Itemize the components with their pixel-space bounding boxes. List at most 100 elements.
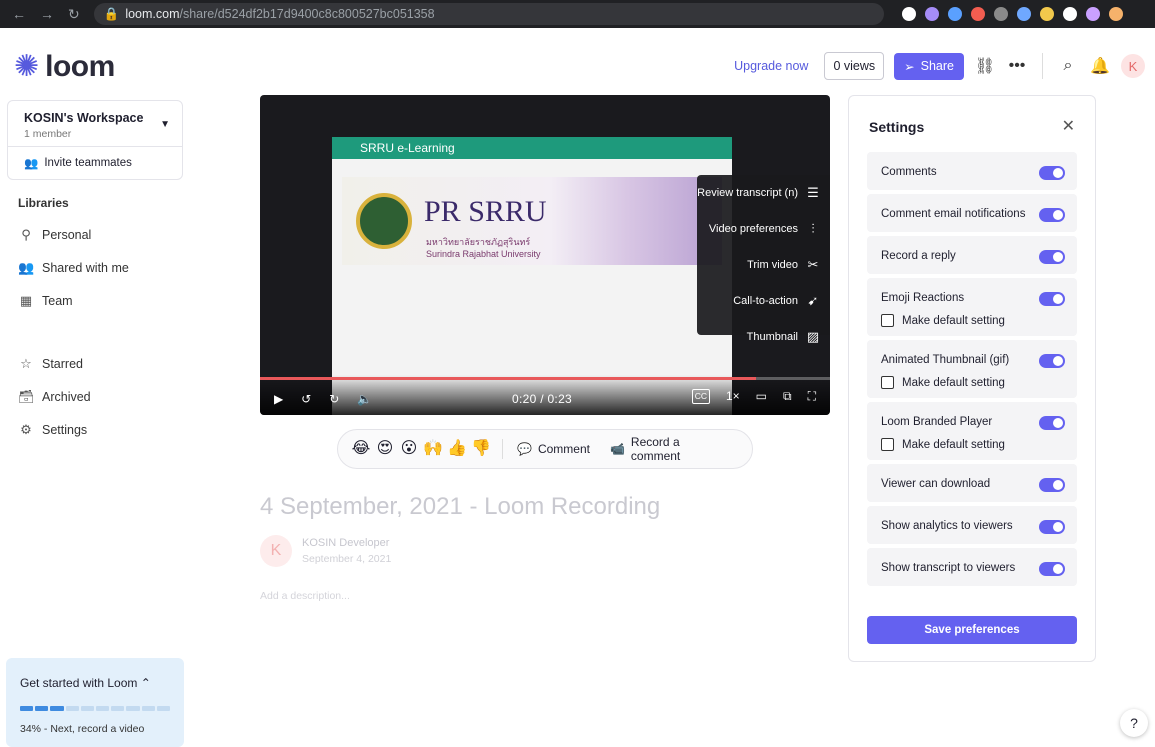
setting-toggle[interactable]	[1039, 250, 1065, 264]
more-icon[interactable]: •••	[1006, 55, 1028, 77]
workspace-members: 1 member	[24, 128, 72, 140]
sidebar-item-settings[interactable]: ⚙ Settings	[0, 413, 190, 446]
setting-toggle[interactable]	[1039, 478, 1065, 492]
extension-icon[interactable]	[901, 7, 916, 21]
people-icon: 👥	[18, 259, 35, 275]
sidebar-item-starred[interactable]: ☆ Starred	[0, 347, 190, 380]
sidebar-item-personal[interactable]: ⚲ Personal	[0, 218, 190, 251]
video-progress-bar[interactable]	[260, 377, 830, 380]
sidebar-item-archived[interactable]: 🗃 Archived	[0, 380, 190, 413]
transcript-icon: ☰	[807, 185, 819, 200]
video-banner: PR SRRU มหาวิทยาลัยราชภัฏสุรินทร์ Surindr…	[342, 177, 722, 265]
loom-logo[interactable]: ✺ loom	[14, 50, 115, 84]
share-button[interactable]: ➢ Share	[894, 52, 964, 80]
setting-toggle[interactable]	[1039, 292, 1065, 306]
forward-5-icon[interactable]: ↻	[329, 392, 339, 406]
setting-toggle[interactable]	[1039, 416, 1065, 430]
loom-mark-icon: ✺	[14, 50, 40, 83]
setting-label: Viewer can download	[881, 478, 991, 490]
setting-toggle[interactable]	[1039, 166, 1065, 180]
search-icon[interactable]: ⌕	[1057, 55, 1079, 77]
help-button[interactable]: ?	[1120, 709, 1148, 737]
speed-button[interactable]: 1×	[726, 389, 740, 404]
back-icon[interactable]: ←	[12, 6, 26, 23]
reload-icon[interactable]: ↻	[68, 6, 80, 23]
comment-button[interactable]: 💬 Comment	[517, 442, 590, 456]
progress-segment	[80, 706, 95, 711]
setting-toggle[interactable]	[1039, 208, 1065, 222]
emoji-reaction-button[interactable]: 😍	[374, 439, 396, 459]
extension-icon[interactable]	[1039, 7, 1054, 21]
header-divider	[1042, 53, 1043, 79]
upgrade-link[interactable]: Upgrade now	[734, 59, 808, 73]
menu-item-thumbnail[interactable]: Thumbnail ▨	[697, 319, 830, 355]
user-avatar[interactable]: K	[1121, 54, 1145, 78]
workspace-name: KOSIN's Workspace	[24, 111, 144, 125]
extension-icon[interactable]	[993, 7, 1008, 21]
bell-icon[interactable]: 🔔	[1089, 55, 1111, 77]
description-field[interactable]: Add a description...	[260, 590, 350, 602]
setting-animated-thumbnail-gif: Animated Thumbnail (gif) Make default set…	[867, 340, 1077, 398]
address-bar[interactable]: 🔒 loom.com/share/d524df2b17d9400c8c80052…	[93, 3, 884, 25]
setting-loom-branded-player: Loom Branded Player Make default setting	[867, 402, 1077, 460]
emoji-reaction-button[interactable]: 👍	[446, 439, 468, 459]
progress-segment	[96, 706, 110, 711]
link-icon[interactable]: ⛓	[974, 55, 996, 77]
rewind-5-icon[interactable]: ↺	[301, 392, 311, 406]
extension-icon[interactable]	[970, 7, 985, 21]
extension-icon[interactable]	[1085, 7, 1100, 21]
setting-show-transcript-to-viewers: Show transcript to viewers	[867, 548, 1077, 586]
theater-mode-icon[interactable]: ▭	[756, 389, 767, 404]
setting-toggle[interactable]	[1039, 562, 1065, 576]
sidebar-item-shared-with-me[interactable]: 👥 Shared with me	[0, 251, 190, 284]
emoji-reaction-button[interactable]: 😮	[398, 439, 420, 459]
menu-item-trim-video[interactable]: Trim video ✂	[697, 247, 830, 283]
menu-item-call-to-action[interactable]: Call-to-action ➹	[697, 283, 830, 319]
sidebar-item-team[interactable]: ▦ Team	[0, 284, 190, 317]
setting-label: Comments	[881, 166, 937, 178]
chevron-down-icon: ▼	[160, 119, 170, 130]
menu-item-label: Trim video	[747, 259, 798, 271]
menu-item-label: Video preferences	[708, 223, 798, 235]
emoji-reaction-button[interactable]: 👎	[470, 439, 492, 459]
captions-button[interactable]: CC	[691, 389, 710, 404]
menu-item-video-preferences[interactable]: Video preferences ⫶	[697, 211, 830, 247]
save-preferences-button[interactable]: Save preferences	[867, 616, 1077, 644]
extension-icon[interactable]	[1016, 7, 1031, 21]
owner-avatar: K	[260, 535, 292, 567]
picture-in-picture-icon[interactable]: ⧉	[783, 389, 792, 404]
setting-toggle[interactable]	[1039, 354, 1065, 368]
fullscreen-icon[interactable]: ⛶	[808, 389, 816, 404]
make-default-checkbox[interactable]: Make default setting	[881, 314, 1005, 327]
extension-icon[interactable]	[1108, 7, 1123, 21]
video-player[interactable]: SRRU e-Learning PR SRRU มหาวิทยาลัยราชภั…	[260, 95, 830, 415]
setting-label: Loom Branded Player	[881, 416, 993, 428]
menu-item-review-transcript-n[interactable]: Review transcript (n) ☰	[697, 175, 830, 211]
extension-icon[interactable]	[924, 7, 939, 21]
record-comment-button[interactable]: 📹 Record a comment	[610, 435, 732, 463]
extension-icon[interactable]	[947, 7, 962, 21]
forward-icon[interactable]: →	[40, 6, 54, 23]
invite-teammates-button[interactable]: 👥 Invite teammates	[8, 146, 182, 179]
scissors-icon: ✂	[807, 257, 819, 272]
recording-title[interactable]: 4 September, 2021 - Loom Recording	[260, 493, 660, 521]
workspace-switcher[interactable]: KOSIN's Workspace 1 member ▼	[8, 101, 182, 146]
gear-icon: ⚙	[20, 421, 32, 437]
team-icon: ▦	[19, 292, 33, 308]
setting-label: Show transcript to viewers	[881, 562, 1016, 574]
make-default-checkbox[interactable]: Make default setting	[881, 376, 1005, 389]
setting-toggle[interactable]	[1039, 520, 1065, 534]
share-label: Share	[920, 59, 954, 73]
close-icon[interactable]: ✕	[1062, 116, 1075, 136]
emoji-reaction-button[interactable]: 😂	[350, 439, 372, 459]
views-button[interactable]: 0 views	[824, 52, 885, 80]
emoji-reaction-button[interactable]: 🙌	[422, 439, 444, 459]
libraries-heading: Libraries	[18, 196, 69, 210]
university-seal	[356, 193, 412, 249]
video-site-header: SRRU e-Learning	[332, 137, 732, 159]
get-started-card[interactable]: Get started with Loom ⌃ 34% - Next, reco…	[6, 658, 184, 747]
play-icon[interactable]: ▶	[274, 392, 283, 406]
volume-icon[interactable]: 🔈	[357, 392, 372, 406]
make-default-checkbox[interactable]: Make default setting	[881, 438, 1005, 451]
extension-icon[interactable]	[1062, 7, 1077, 21]
